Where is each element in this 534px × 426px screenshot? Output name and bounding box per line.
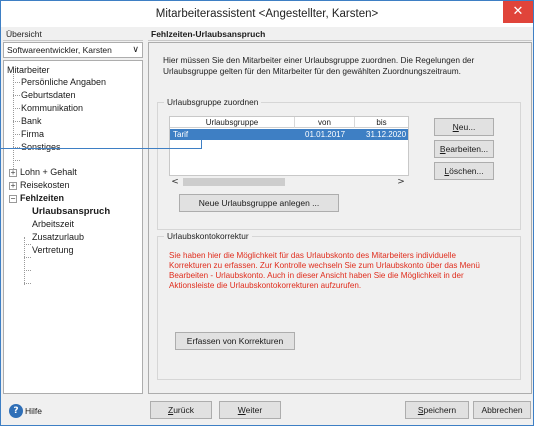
employee-select-value: Softwareentwickler, Karsten — [7, 45, 112, 55]
tree-item-fehlzeiten[interactable]: Fehlzeiten — [20, 193, 64, 204]
tree-item-persoenliche-angaben[interactable]: Persönliche Angaben — [21, 77, 106, 88]
new-button[interactable]: Neu... — [434, 118, 494, 136]
hotkey-next: W — [237, 405, 246, 415]
footer-bar: ? Hilfe Zurück Weiter Speichern Abbreche… — [1, 395, 533, 425]
column-header-to[interactable]: bis — [355, 117, 408, 128]
help-label: Hilfe — [25, 406, 43, 416]
horizontal-scrollbar[interactable]: < > — [169, 176, 409, 188]
tree-line — [13, 108, 20, 109]
employee-select[interactable]: Softwareentwickler, Karsten ∨ — [3, 42, 143, 58]
chevron-down-icon[interactable]: ∨ — [132, 43, 139, 57]
cell-to: 31.12.2020 — [366, 130, 407, 139]
tree-line — [13, 82, 20, 83]
cancel-button[interactable]: Abbrechen — [473, 401, 531, 419]
tree-item-lohn-gehalt[interactable]: Lohn + Gehalt — [20, 167, 77, 178]
collapse-icon[interactable]: − — [9, 195, 17, 203]
title-bar: Mitarbeiterassistent <Angestellter, Kars… — [1, 1, 533, 27]
edit-label: earbeiten... — [445, 144, 489, 154]
tree-line — [13, 160, 20, 161]
overview-panel: Übersicht Softwareentwickler, Karsten ∨ … — [3, 28, 143, 394]
window-title: Mitarbeiterassistent <Angestellter, Kars… — [155, 8, 379, 20]
correction-label: Urlaubskontokorrektur — [164, 231, 252, 242]
save-label: peichern — [423, 405, 457, 415]
tree-line — [13, 95, 20, 96]
content-panel: Fehlzeiten-Urlaubsanspruch Hier müssen S… — [148, 28, 532, 394]
table-header: Urlaubsgruppe von bis — [170, 117, 408, 128]
tree-item-bank[interactable]: Bank — [21, 116, 42, 127]
tree-item-kommunikation[interactable]: Kommunikation — [21, 103, 83, 114]
scroll-right-icon[interactable]: > — [395, 176, 407, 188]
tree-item-vertretung[interactable]: Vertretung — [32, 245, 74, 256]
intro-text: Hier müssen Sie den Mitarbeiter einer Ur… — [163, 55, 475, 76]
content-box: Hier müssen Sie den Mitarbeiter einer Ur… — [148, 42, 532, 394]
vacation-group-table[interactable]: Urlaubsgruppe von bis Tarif 01.01.2017 3… — [169, 116, 409, 176]
delete-label: öschen... — [449, 166, 484, 176]
tree-line — [24, 244, 31, 245]
overview-header: Übersicht — [3, 28, 143, 41]
tree-item-geburtsdaten[interactable]: Geburtsdaten — [21, 90, 76, 101]
next-label: eiter — [245, 405, 263, 415]
close-button[interactable]: ✕ — [503, 1, 533, 23]
highlight-connector — [1, 148, 202, 149]
assign-group-label: Urlaubsgruppe zuordnen — [164, 97, 262, 108]
tree-item-reisekosten[interactable]: Reisekosten — [20, 180, 70, 191]
new-label: eu... — [458, 122, 476, 132]
tree-line — [13, 121, 20, 122]
tree-item-mitarbeiter[interactable]: Mitarbeiter — [7, 65, 50, 76]
table-row[interactable]: Tarif 01.01.2017 31.12.2020 — [170, 129, 408, 140]
navigation-tree: Mitarbeiter Persönliche Angaben Geburtsd… — [3, 60, 143, 394]
column-header-group[interactable]: Urlaubsgruppe — [170, 117, 295, 128]
back-label: urück — [173, 405, 194, 415]
record-corrections-button[interactable]: Erfassen von Korrekturen — [175, 332, 295, 350]
cell-group: Tarif — [173, 130, 189, 139]
help-icon[interactable]: ? — [9, 404, 23, 418]
tree-line — [24, 257, 31, 258]
tree-line — [13, 134, 20, 135]
back-button[interactable]: Zurück — [150, 401, 212, 419]
tree-item-urlaubsanspruch[interactable]: Urlaubsanspruch — [32, 206, 110, 217]
delete-button[interactable]: Löschen... — [434, 162, 494, 180]
highlight-connector — [201, 138, 202, 149]
edit-button[interactable]: Bearbeiten... — [434, 140, 494, 158]
scroll-left-icon[interactable]: < — [169, 176, 181, 188]
tree-item-arbeitszeit[interactable]: Arbeitszeit — [32, 219, 74, 230]
assistant-window: Mitarbeiterassistent <Angestellter, Kars… — [0, 0, 534, 426]
column-header-from[interactable]: von — [295, 117, 355, 128]
expand-icon[interactable]: + — [9, 169, 17, 177]
next-button[interactable]: Weiter — [219, 401, 281, 419]
cell-from: 01.01.2017 — [305, 130, 346, 139]
tree-item-firma[interactable]: Firma — [21, 129, 44, 140]
scrollbar-thumb[interactable] — [183, 178, 285, 186]
tree-line — [24, 270, 31, 271]
section-title: Fehlzeiten-Urlaubsanspruch — [148, 28, 532, 41]
save-button[interactable]: Speichern — [405, 401, 469, 419]
expand-icon[interactable]: + — [9, 182, 17, 190]
tree-line — [24, 283, 31, 284]
correction-info-text: Sie haben hier die Möglichkeit für das U… — [169, 251, 480, 290]
new-vacation-group-button[interactable]: Neue Urlaubsgruppe anlegen ... — [179, 194, 339, 212]
tree-item-zusatzurlaub[interactable]: Zusatzurlaub — [32, 232, 84, 243]
